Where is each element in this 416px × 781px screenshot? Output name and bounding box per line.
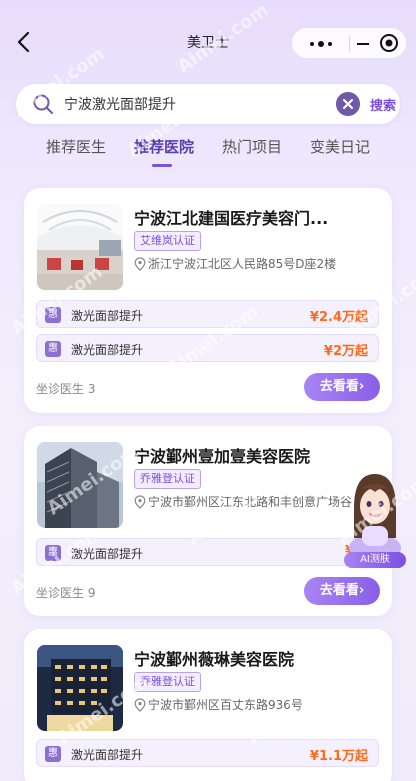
discount-icon: 惠 xyxy=(45,341,61,357)
minimize-icon[interactable] xyxy=(352,28,374,58)
hospital-thumbnail xyxy=(37,645,123,731)
tab-recommended-hospitals[interactable]: 推荐医院 xyxy=(134,136,194,157)
tab-recommended-doctors[interactable]: 推荐医生 xyxy=(46,136,106,157)
project-row[interactable]: 惠 激光面部提升 ¥2. xyxy=(36,538,379,566)
project-name: 激光面部提升 xyxy=(71,343,144,357)
project-name: 激光面部提升 xyxy=(71,309,144,323)
ai-skin-test-label: AI测肤 xyxy=(344,552,406,568)
project-row[interactable]: 惠 激光面部提升 ¥2.4万起 xyxy=(36,300,379,328)
search-box: 搜索 xyxy=(16,84,400,124)
certification-badge: 艾维岚认证 xyxy=(134,231,201,251)
discount-icon: 惠 xyxy=(45,545,61,561)
tab-beauty-diary[interactable]: 变美日记 xyxy=(310,136,370,157)
ai-assistant-avatar xyxy=(349,474,401,558)
project-price: ¥1.1万起 xyxy=(309,749,368,764)
project-row[interactable]: 惠 激光面部提升 ¥2万起 xyxy=(36,334,379,362)
active-tab-indicator xyxy=(152,164,172,167)
capsule-divider xyxy=(349,36,350,52)
tab-hot-projects[interactable]: 热门项目 xyxy=(222,136,282,157)
search-icon xyxy=(33,94,53,114)
location-pin-icon xyxy=(134,257,146,271)
certification-badge: 乔雅登认证 xyxy=(134,672,201,692)
discount-icon: 惠 xyxy=(45,746,61,762)
more-dots-icon[interactable] xyxy=(302,28,340,58)
clear-icon[interactable] xyxy=(336,92,360,116)
certification-badge: 乔雅登认证 xyxy=(134,469,201,489)
search-button[interactable]: 搜索 xyxy=(370,95,396,114)
mini-program-capsule xyxy=(291,27,407,59)
location-pin-icon xyxy=(134,495,146,509)
discount-icon: 惠 xyxy=(45,307,61,323)
nav-bar: 美卫士 xyxy=(0,0,416,84)
search-input[interactable] xyxy=(64,92,324,116)
project-price: ¥2万起 xyxy=(323,344,368,359)
doctor-count: 坐诊医生 3 xyxy=(36,382,96,396)
doctor-count: 坐诊医生 9 xyxy=(36,586,96,600)
hospital-card[interactable]: 宁波江北建国医疗美容门... 艾维岚认证 浙江宁波江北区人民路85号D座2楼 惠… xyxy=(24,188,392,413)
hospital-name: 宁波鄞州壹加壹美容医院 xyxy=(134,447,311,466)
category-tabs: 推荐医生 推荐医院 热门项目 变美日记 xyxy=(0,136,416,170)
ai-skin-test-float[interactable]: AI测肤 xyxy=(340,468,410,568)
view-hospital-button[interactable]: 去看看› xyxy=(304,577,380,605)
hospital-card[interactable]: 宁波鄞州薇琳美容医院 乔雅登认证 宁波市鄞州区百丈东路936号 惠 激光面部提升… xyxy=(24,629,392,781)
hospital-name: 宁波鄞州薇琳美容医院 xyxy=(134,650,295,669)
hospital-thumbnail xyxy=(37,204,123,290)
project-price: ¥2.4万起 xyxy=(309,310,368,325)
hospital-thumbnail xyxy=(37,442,123,528)
hospital-name: 宁波江北建国医疗美容门... xyxy=(134,209,329,228)
location-pin-icon xyxy=(134,698,146,712)
project-name: 激光面部提升 xyxy=(71,748,144,762)
hospital-address: 宁波市鄞州区百丈东路936号 xyxy=(148,698,303,712)
view-hospital-button[interactable]: 去看看› xyxy=(304,373,380,401)
hospital-address: 浙江宁波江北区人民路85号D座2楼 xyxy=(148,257,337,271)
project-row[interactable]: 惠 激光面部提升 ¥1.1万起 xyxy=(36,739,379,767)
project-name: 激光面部提升 xyxy=(71,547,144,561)
hospital-card[interactable]: 宁波鄞州壹加壹美容医院 乔雅登认证 宁波市鄞州区江东北路和丰创意广场谷 惠 激光… xyxy=(24,426,392,616)
close-circle-icon[interactable] xyxy=(376,28,404,58)
